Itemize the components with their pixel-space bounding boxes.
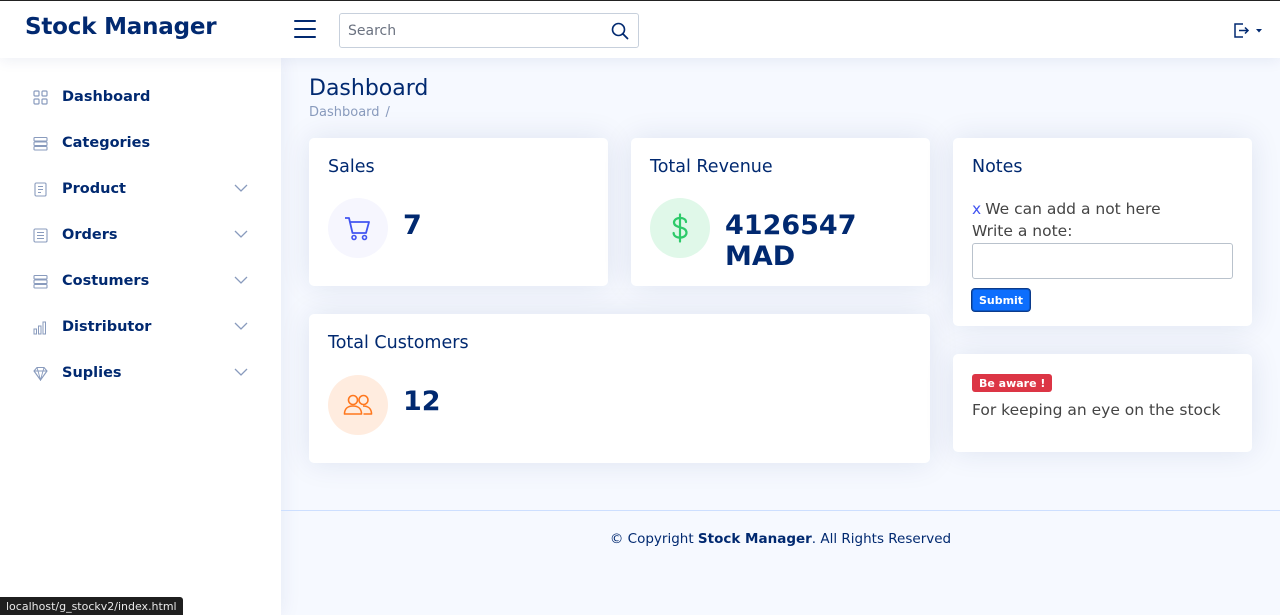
- copyright-suffix: . All Rights Reserved: [811, 531, 952, 547]
- breadcrumb-separator: /: [385, 105, 390, 120]
- breadcrumb-item-dashboard[interactable]: Dashboard: [309, 105, 380, 120]
- page-title: Dashboard: [309, 76, 429, 101]
- bar-chart-icon: [32, 319, 49, 336]
- sidebar-item-label: Suplies: [62, 365, 122, 381]
- copyright-prefix: © Copyright: [609, 531, 694, 547]
- note-text: We can add a not here: [985, 200, 1161, 218]
- delete-note-button[interactable]: x: [972, 200, 981, 218]
- footer: © Copyright Stock Manager. All Rights Re…: [281, 531, 1280, 547]
- revenue-value: 4126547 MAD: [725, 210, 857, 272]
- chevron-down-icon: [234, 230, 248, 238]
- card-title: Notes: [972, 157, 1023, 177]
- people-icon: [328, 375, 388, 435]
- note-input-label: Write a note:: [972, 222, 1073, 240]
- stack-icon: [32, 135, 49, 152]
- alert-text: For keeping an eye on the stock: [972, 401, 1221, 419]
- stack-icon: [32, 273, 49, 290]
- chevron-down-icon: [234, 322, 248, 330]
- sales-card: Sales 7: [309, 138, 608, 286]
- card-title: Total Customers: [328, 333, 469, 353]
- sidebar: Dashboard Categories Product Orders Cost…: [0, 58, 281, 615]
- sidebar-item-label: Categories: [62, 135, 151, 151]
- footer-brand: Stock Manager: [697, 531, 812, 547]
- sidebar-item-categories[interactable]: Categories: [20, 125, 260, 161]
- profile-dropdown[interactable]: [1232, 21, 1268, 41]
- logout-icon: [1234, 23, 1262, 38]
- dollar-icon: [650, 198, 710, 258]
- revenue-card: Total Revenue 4126547 MAD: [631, 138, 930, 286]
- notes-card: Notes x We can add a not here Write a not…: [953, 138, 1252, 326]
- sidebar-item-suplies[interactable]: Suplies: [20, 355, 260, 391]
- chevron-down-icon: [234, 184, 248, 192]
- sidebar-item-orders[interactable]: Orders: [20, 217, 260, 253]
- submit-button[interactable]: Submit: [972, 289, 1030, 311]
- sidebar-item-distributor[interactable]: Distributor: [20, 309, 260, 345]
- chevron-down-icon: [234, 276, 248, 284]
- top-header: Stock Manager: [0, 0, 1280, 58]
- customers-value: 12: [403, 386, 441, 417]
- sales-value: 7: [403, 210, 422, 241]
- chevron-down-icon: [234, 368, 248, 376]
- cart-icon: [328, 198, 388, 258]
- card-title: Sales: [328, 157, 375, 177]
- sidebar-item-label: Orders: [62, 227, 118, 243]
- browser-status-bar: localhost/g_stockv2/index.html: [0, 597, 183, 615]
- alert-card: Be aware ! For keeping an eye on the sto…: [953, 354, 1252, 452]
- note-item: x We can add a not here: [972, 200, 1161, 218]
- warning-badge: Be aware !: [972, 374, 1053, 392]
- menu-icon[interactable]: [294, 19, 316, 39]
- search-input[interactable]: [340, 14, 600, 47]
- sidebar-item-label: Distributor: [62, 319, 152, 335]
- app-logo[interactable]: Stock Manager: [25, 14, 217, 40]
- grid-icon: [32, 89, 49, 106]
- document-icon: [32, 181, 49, 198]
- customers-card: Total Customers 12: [309, 314, 930, 463]
- search-bar: [339, 13, 639, 48]
- sidebar-item-dashboard[interactable]: Dashboard: [20, 79, 260, 115]
- breadcrumb: Dashboard /: [309, 105, 390, 120]
- sidebar-item-label: Dashboard: [62, 89, 151, 105]
- sidebar-item-label: Costumers: [62, 273, 150, 289]
- sidebar-item-label: Product: [62, 181, 126, 197]
- sidebar-item-product[interactable]: Product: [20, 171, 260, 207]
- search-icon[interactable]: [610, 21, 630, 41]
- list-icon: [32, 227, 49, 244]
- note-input[interactable]: [972, 243, 1233, 279]
- footer-divider: [281, 510, 1280, 511]
- sidebar-item-costumers[interactable]: Costumers: [20, 263, 260, 299]
- card-title: Total Revenue: [650, 157, 773, 177]
- gem-icon: [32, 365, 49, 382]
